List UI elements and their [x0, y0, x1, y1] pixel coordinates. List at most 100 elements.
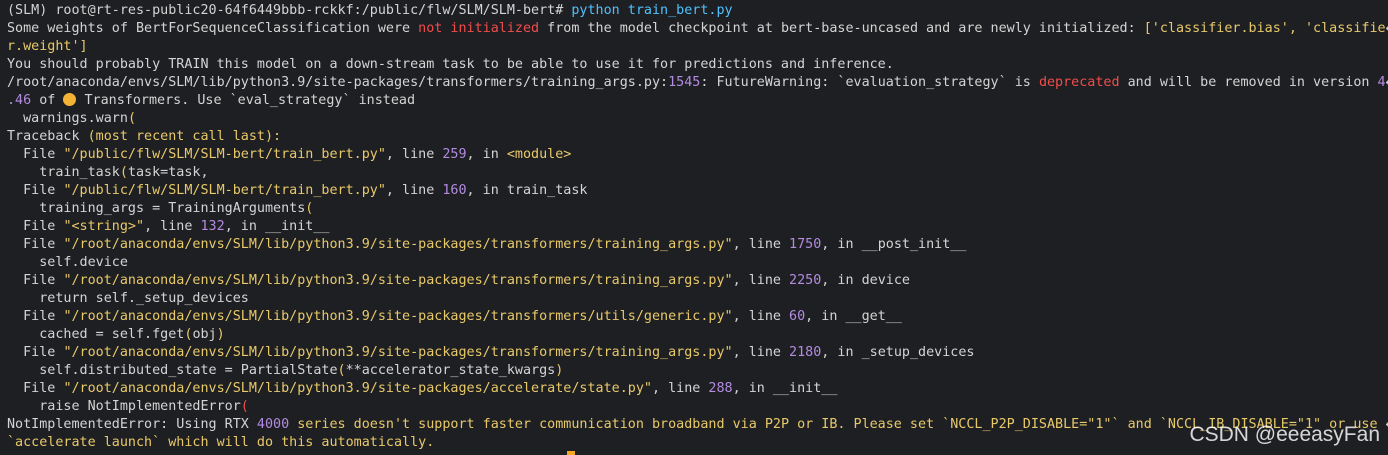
prompt-line: (SLM) root@rt-res-public20-64f6449bbb-rc…: [7, 2, 1388, 20]
code-paren: (: [305, 201, 314, 216]
frame-function: __post_init__: [861, 237, 967, 252]
output-text: /root/anaconda/envs/SLM/lib/python3.9/si…: [7, 75, 669, 90]
frame-line-number: 60: [789, 309, 806, 324]
traceback-code: raise NotImplementedError(: [7, 398, 1388, 416]
frame-line-label: , line: [732, 237, 790, 252]
frame-path: "<string>": [63, 219, 145, 234]
terminal-cursor: [567, 451, 575, 455]
output-text: You should probably TRAIN this model on …: [7, 57, 894, 72]
code-text: self.distributed_state = PartialState: [7, 363, 338, 378]
output-highlight: not initialized: [418, 21, 540, 36]
traceback-code: cached = self.fget(obj): [7, 326, 1388, 344]
code-text: return self._setup_devices: [7, 291, 249, 306]
code-text: train_task: [7, 165, 120, 180]
frame-in-label: , in: [821, 273, 862, 288]
output-string: ['classifier.bias', 'classifie: [1143, 21, 1386, 36]
frame-in-label: , in: [466, 183, 507, 198]
frame-prefix: File: [7, 273, 64, 288]
frame-in-label: , in: [821, 345, 862, 360]
frame-prefix: File: [7, 183, 64, 198]
frame-line-label: , line: [732, 345, 790, 360]
output-paren: (: [127, 111, 136, 126]
traceback-frame: File "/root/anaconda/envs/SLM/lib/python…: [7, 380, 1388, 398]
traceback-frame: File "/root/anaconda/envs/SLM/lib/python…: [7, 344, 1388, 362]
code-text: task=task,: [127, 165, 209, 180]
frame-in-label: , in: [821, 237, 862, 252]
code-text: training_args = TrainingArguments: [7, 201, 306, 216]
code-paren: (: [119, 165, 128, 180]
traceback-code: training_args = TrainingArguments(: [7, 200, 1388, 218]
frame-function: __init__: [772, 381, 838, 396]
frame-line-number: 288: [708, 381, 733, 396]
frame-function: <module>: [506, 147, 572, 162]
output-text: Traceback: [7, 129, 88, 144]
code-text: self.device: [7, 255, 128, 270]
frame-prefix: File: [7, 309, 64, 324]
traceback-frame: File "/root/anaconda/envs/SLM/lib/python…: [7, 272, 1388, 290]
frame-line-number: 1750: [789, 237, 822, 252]
output-string: r.weight']: [7, 39, 88, 54]
output-text: from the model checkpoint at bert-base-u…: [539, 21, 1144, 36]
code-paren: (: [337, 363, 346, 378]
terminal-window[interactable]: (SLM) root@rt-res-public20-64f6449bbb-rc…: [0, 0, 1388, 455]
frame-path: "/root/anaconda/envs/SLM/lib/python3.9/s…: [63, 237, 733, 252]
traceback-code: train_task(task=task,: [7, 164, 1388, 182]
frame-function: __get__: [845, 309, 902, 324]
output-line: Some weights of BertForSequenceClassific…: [7, 20, 1388, 38]
hugging-face-emoji-icon: [63, 93, 77, 106]
frame-line-label: , line: [385, 183, 443, 198]
frame-line-label: , line: [732, 273, 790, 288]
output-text: of: [31, 93, 64, 108]
code-text: raise NotImplementedError: [7, 399, 241, 414]
frame-path: "/public/flw/SLM/SLM-bert/train_bert.py": [63, 147, 386, 162]
frame-function: train_task: [506, 183, 588, 198]
frame-path: "/root/anaconda/envs/SLM/lib/python3.9/s…: [63, 381, 652, 396]
error-number: 4000: [256, 417, 290, 432]
frame-prefix: File: [7, 147, 64, 162]
frame-function: __init__: [265, 219, 330, 234]
error-text: which will do this automatically.: [160, 435, 435, 450]
error-line: NotImplementedError: Using RTX 4000 seri…: [7, 416, 1388, 434]
traceback-code: return self._setup_devices: [7, 290, 1388, 308]
frame-path: "/root/anaconda/envs/SLM/lib/python3.9/s…: [63, 273, 733, 288]
code-text: **accelerator_state_kwargs: [345, 363, 556, 378]
frame-in-label: , in: [732, 381, 773, 396]
traceback-frame: File "/root/anaconda/envs/SLM/lib/python…: [7, 236, 1388, 254]
traceback-header: Traceback (most recent call last):: [7, 128, 1388, 146]
traceback-code: self.device: [7, 254, 1388, 272]
frame-prefix: File: [7, 345, 64, 360]
traceback-frame: File "<string>", line 132, in __init__: [7, 218, 1388, 236]
frame-in-label: , in: [805, 309, 846, 324]
frame-line-number: 2180: [789, 345, 822, 360]
output-text: Transformers. Use `eval_strategy` instea…: [76, 93, 416, 108]
output-line: warnings.warn(: [7, 110, 1388, 128]
traceback-frame: File "/public/flw/SLM/SLM-bert/train_ber…: [7, 182, 1388, 200]
output-highlight: deprecated: [1038, 75, 1120, 90]
traceback-frame: File "/public/flw/SLM/SLM-bert/train_ber…: [7, 146, 1388, 164]
output-string: (most recent call last):: [87, 129, 282, 144]
output-text: and will be removed in version: [1119, 75, 1378, 90]
code-paren: ): [216, 327, 225, 342]
output-line: /root/anaconda/envs/SLM/lib/python3.9/si…: [7, 74, 1388, 92]
output-line: r.weight']: [7, 38, 1388, 56]
frame-line-label: , line: [732, 309, 790, 324]
error-line: `accelerate launch` which will do this a…: [7, 434, 1388, 452]
frame-line-label: , line: [144, 219, 201, 234]
frame-prefix: File: [7, 237, 64, 252]
frame-line-number: 2250: [789, 273, 822, 288]
frame-prefix: File: [7, 381, 64, 396]
shell-command: python train_bert.py: [563, 3, 733, 18]
frame-line-label: , line: [385, 147, 443, 162]
traceback-frame: File "/root/anaconda/envs/SLM/lib/python…: [7, 308, 1388, 326]
output-number: 1545: [668, 75, 701, 90]
output-line: You should probably TRAIN this model on …: [7, 56, 1388, 74]
frame-line-label: , line: [651, 381, 709, 396]
shell-prompt: (SLM) root@rt-res-public20-64f6449bbb-rc…: [7, 3, 564, 18]
code-paren: (: [240, 399, 249, 414]
frame-path: "/root/anaconda/envs/SLM/lib/python3.9/s…: [63, 309, 733, 324]
error-command: `accelerate launch`: [7, 435, 161, 450]
frame-path: "/public/flw/SLM/SLM-bert/train_bert.py": [63, 183, 386, 198]
frame-line-number: 132: [200, 219, 225, 234]
code-text: obj: [192, 327, 217, 342]
output-number: 4: [1377, 75, 1386, 90]
